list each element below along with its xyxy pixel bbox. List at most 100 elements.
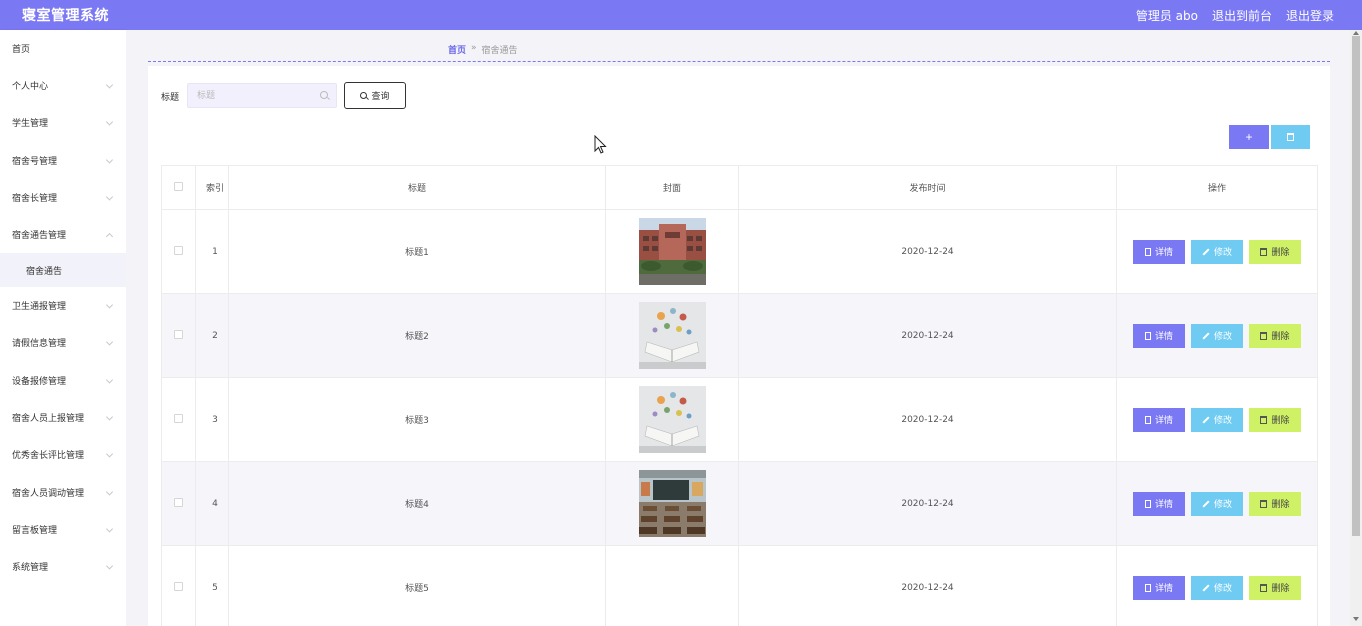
pencil-icon bbox=[1202, 499, 1210, 508]
detail-label: 详情 bbox=[1154, 332, 1173, 342]
school-building-image bbox=[638, 218, 706, 285]
row-checkbox[interactable] bbox=[174, 329, 183, 339]
row-date: 2020-12-24 bbox=[738, 377, 1117, 462]
sidebar-item-system[interactable]: 系统管理 bbox=[0, 548, 126, 585]
sidebar-item-label: 优秀舍长评比管理 bbox=[12, 451, 85, 461]
delete-button[interactable]: 删除 bbox=[1249, 575, 1301, 600]
sidebar-subitem-dorm-notice[interactable]: 宿舍通告 bbox=[0, 253, 126, 287]
sidebar-item-label: 系统管理 bbox=[12, 563, 49, 573]
column-header-cover: 封面 bbox=[605, 165, 739, 210]
title-search-input[interactable] bbox=[188, 84, 308, 107]
detail-button[interactable]: 详情 bbox=[1133, 491, 1185, 516]
sidebar-item-member-transfers[interactable]: 宿舍人员调动管理 bbox=[0, 474, 126, 511]
plus-icon: + bbox=[1245, 130, 1253, 144]
chevron-down-icon bbox=[105, 300, 114, 309]
row-checkbox[interactable] bbox=[174, 245, 183, 255]
delete-button[interactable]: 删除 bbox=[1249, 239, 1301, 264]
sidebar-item-label: 卫生通报管理 bbox=[12, 302, 67, 312]
sidebar-item-message-board[interactable]: 留言板管理 bbox=[0, 511, 126, 548]
row-title: 标题4 bbox=[228, 461, 606, 546]
edit-label: 修改 bbox=[1213, 248, 1232, 258]
row-index: 4 bbox=[195, 461, 229, 546]
add-button[interactable]: + bbox=[1229, 125, 1269, 149]
batch-delete-button[interactable] bbox=[1271, 125, 1310, 149]
pencil-icon bbox=[1202, 583, 1210, 592]
delete-button[interactable]: 删除 bbox=[1249, 407, 1301, 432]
edit-label: 修改 bbox=[1213, 332, 1232, 342]
select-all-checkbox[interactable] bbox=[174, 181, 183, 191]
sidebar-item-best-head-awards[interactable]: 优秀舍长评比管理 bbox=[0, 436, 126, 473]
row-date: 2020-12-24 bbox=[738, 209, 1117, 294]
row-checkbox[interactable] bbox=[174, 497, 183, 507]
row-select-cell bbox=[161, 377, 196, 462]
classroom-image bbox=[638, 470, 706, 537]
delete-button[interactable]: 删除 bbox=[1249, 491, 1301, 516]
trash-icon bbox=[1287, 133, 1294, 141]
delete-button[interactable]: 删除 bbox=[1249, 323, 1301, 348]
row-actions: 详情 修改 删除 bbox=[1116, 209, 1318, 294]
row-checkbox[interactable] bbox=[174, 413, 183, 423]
query-button[interactable]: 查询 bbox=[344, 82, 406, 109]
scroll-down-arrow-icon[interactable] bbox=[1353, 617, 1359, 621]
sidebar-item-leave-info[interactable]: 请假信息管理 bbox=[0, 324, 126, 361]
sidebar-item-label: 宿舍通告 bbox=[26, 266, 63, 277]
sidebar-item-label: 首页 bbox=[12, 45, 31, 55]
sidebar-item-dorm-heads[interactable]: 宿舍长管理 bbox=[0, 179, 126, 216]
sidebar-item-repairs[interactable]: 设备报修管理 bbox=[0, 362, 126, 399]
edit-label: 修改 bbox=[1213, 584, 1232, 594]
logout-link[interactable]: 退出登录 bbox=[1286, 7, 1334, 24]
row-cover-cell bbox=[605, 545, 739, 626]
chevron-down-icon bbox=[105, 155, 114, 164]
column-header-title: 标题 bbox=[228, 165, 606, 210]
row-title: 标题3 bbox=[228, 377, 606, 462]
sidebar: 首页 个人中心 学生管理 宿舍号管理 宿舍长管理 宿舍通告管理 宿舍通告 卫生通… bbox=[0, 30, 126, 626]
column-header-index: 索引 bbox=[195, 165, 229, 210]
detail-button[interactable]: 详情 bbox=[1133, 575, 1185, 600]
edit-button[interactable]: 修改 bbox=[1191, 323, 1243, 348]
breadcrumb-home-link[interactable]: 首页 bbox=[448, 43, 466, 56]
detail-button[interactable]: 详情 bbox=[1133, 323, 1185, 348]
trash-icon bbox=[1260, 583, 1268, 592]
mouse-cursor-icon bbox=[594, 135, 607, 154]
row-date: 2020-12-24 bbox=[738, 293, 1117, 378]
chevron-down-icon bbox=[105, 117, 114, 126]
exit-to-front-link[interactable]: 退出到前台 bbox=[1212, 7, 1272, 24]
scroll-up-arrow-icon[interactable] bbox=[1353, 31, 1359, 35]
row-actions: 详情 修改 删除 bbox=[1116, 545, 1318, 626]
document-icon bbox=[1144, 583, 1151, 592]
sidebar-item-personal-center[interactable]: 个人中心 bbox=[0, 67, 126, 104]
chevron-down-icon bbox=[105, 192, 114, 201]
chevron-down-icon bbox=[105, 80, 114, 89]
detail-button[interactable]: 详情 bbox=[1133, 407, 1185, 432]
row-index: 3 bbox=[195, 377, 229, 462]
sidebar-item-dorm-notices[interactable]: 宿舍通告管理 bbox=[0, 216, 126, 253]
sidebar-item-label: 宿舍通告管理 bbox=[12, 231, 67, 241]
open-book-image bbox=[638, 302, 706, 369]
edit-label: 修改 bbox=[1213, 416, 1232, 426]
scrollbar-thumb[interactable] bbox=[1352, 36, 1360, 536]
edit-button[interactable]: 修改 bbox=[1191, 407, 1243, 432]
pencil-icon bbox=[1202, 415, 1210, 424]
delete-label: 删除 bbox=[1271, 416, 1290, 426]
sidebar-item-home[interactable]: 首页 bbox=[0, 30, 126, 67]
sidebar-item-hygiene-reports[interactable]: 卫生通报管理 bbox=[0, 287, 126, 324]
row-select-cell bbox=[161, 293, 196, 378]
sidebar-item-label: 宿舍长管理 bbox=[12, 194, 58, 204]
row-select-cell bbox=[161, 461, 196, 546]
edit-button[interactable]: 修改 bbox=[1191, 575, 1243, 600]
table-row: 5 标题5 2020-12-24 详情 修改 删除 bbox=[161, 545, 1318, 626]
detail-button[interactable]: 详情 bbox=[1133, 239, 1185, 264]
edit-button[interactable]: 修改 bbox=[1191, 491, 1243, 516]
chevron-down-icon bbox=[105, 524, 114, 533]
edit-button[interactable]: 修改 bbox=[1191, 239, 1243, 264]
page-scrollbar[interactable] bbox=[1350, 30, 1362, 626]
row-checkbox[interactable] bbox=[174, 581, 183, 591]
sidebar-item-students[interactable]: 学生管理 bbox=[0, 104, 126, 141]
sidebar-item-dorm-numbers[interactable]: 宿舍号管理 bbox=[0, 142, 126, 179]
sidebar-item-member-reports[interactable]: 宿舍人员上报管理 bbox=[0, 399, 126, 436]
table-header-row: 索引 标题 封面 发布时间 操作 bbox=[161, 165, 1318, 210]
table-row: 2 标题2 2020-12-24 详情 修改 删除 bbox=[161, 293, 1318, 378]
top-bar: 寝室管理系统 管理员 abo 退出到前台 退出登录 bbox=[0, 0, 1362, 30]
document-icon bbox=[1144, 415, 1151, 424]
trash-icon bbox=[1260, 499, 1268, 508]
